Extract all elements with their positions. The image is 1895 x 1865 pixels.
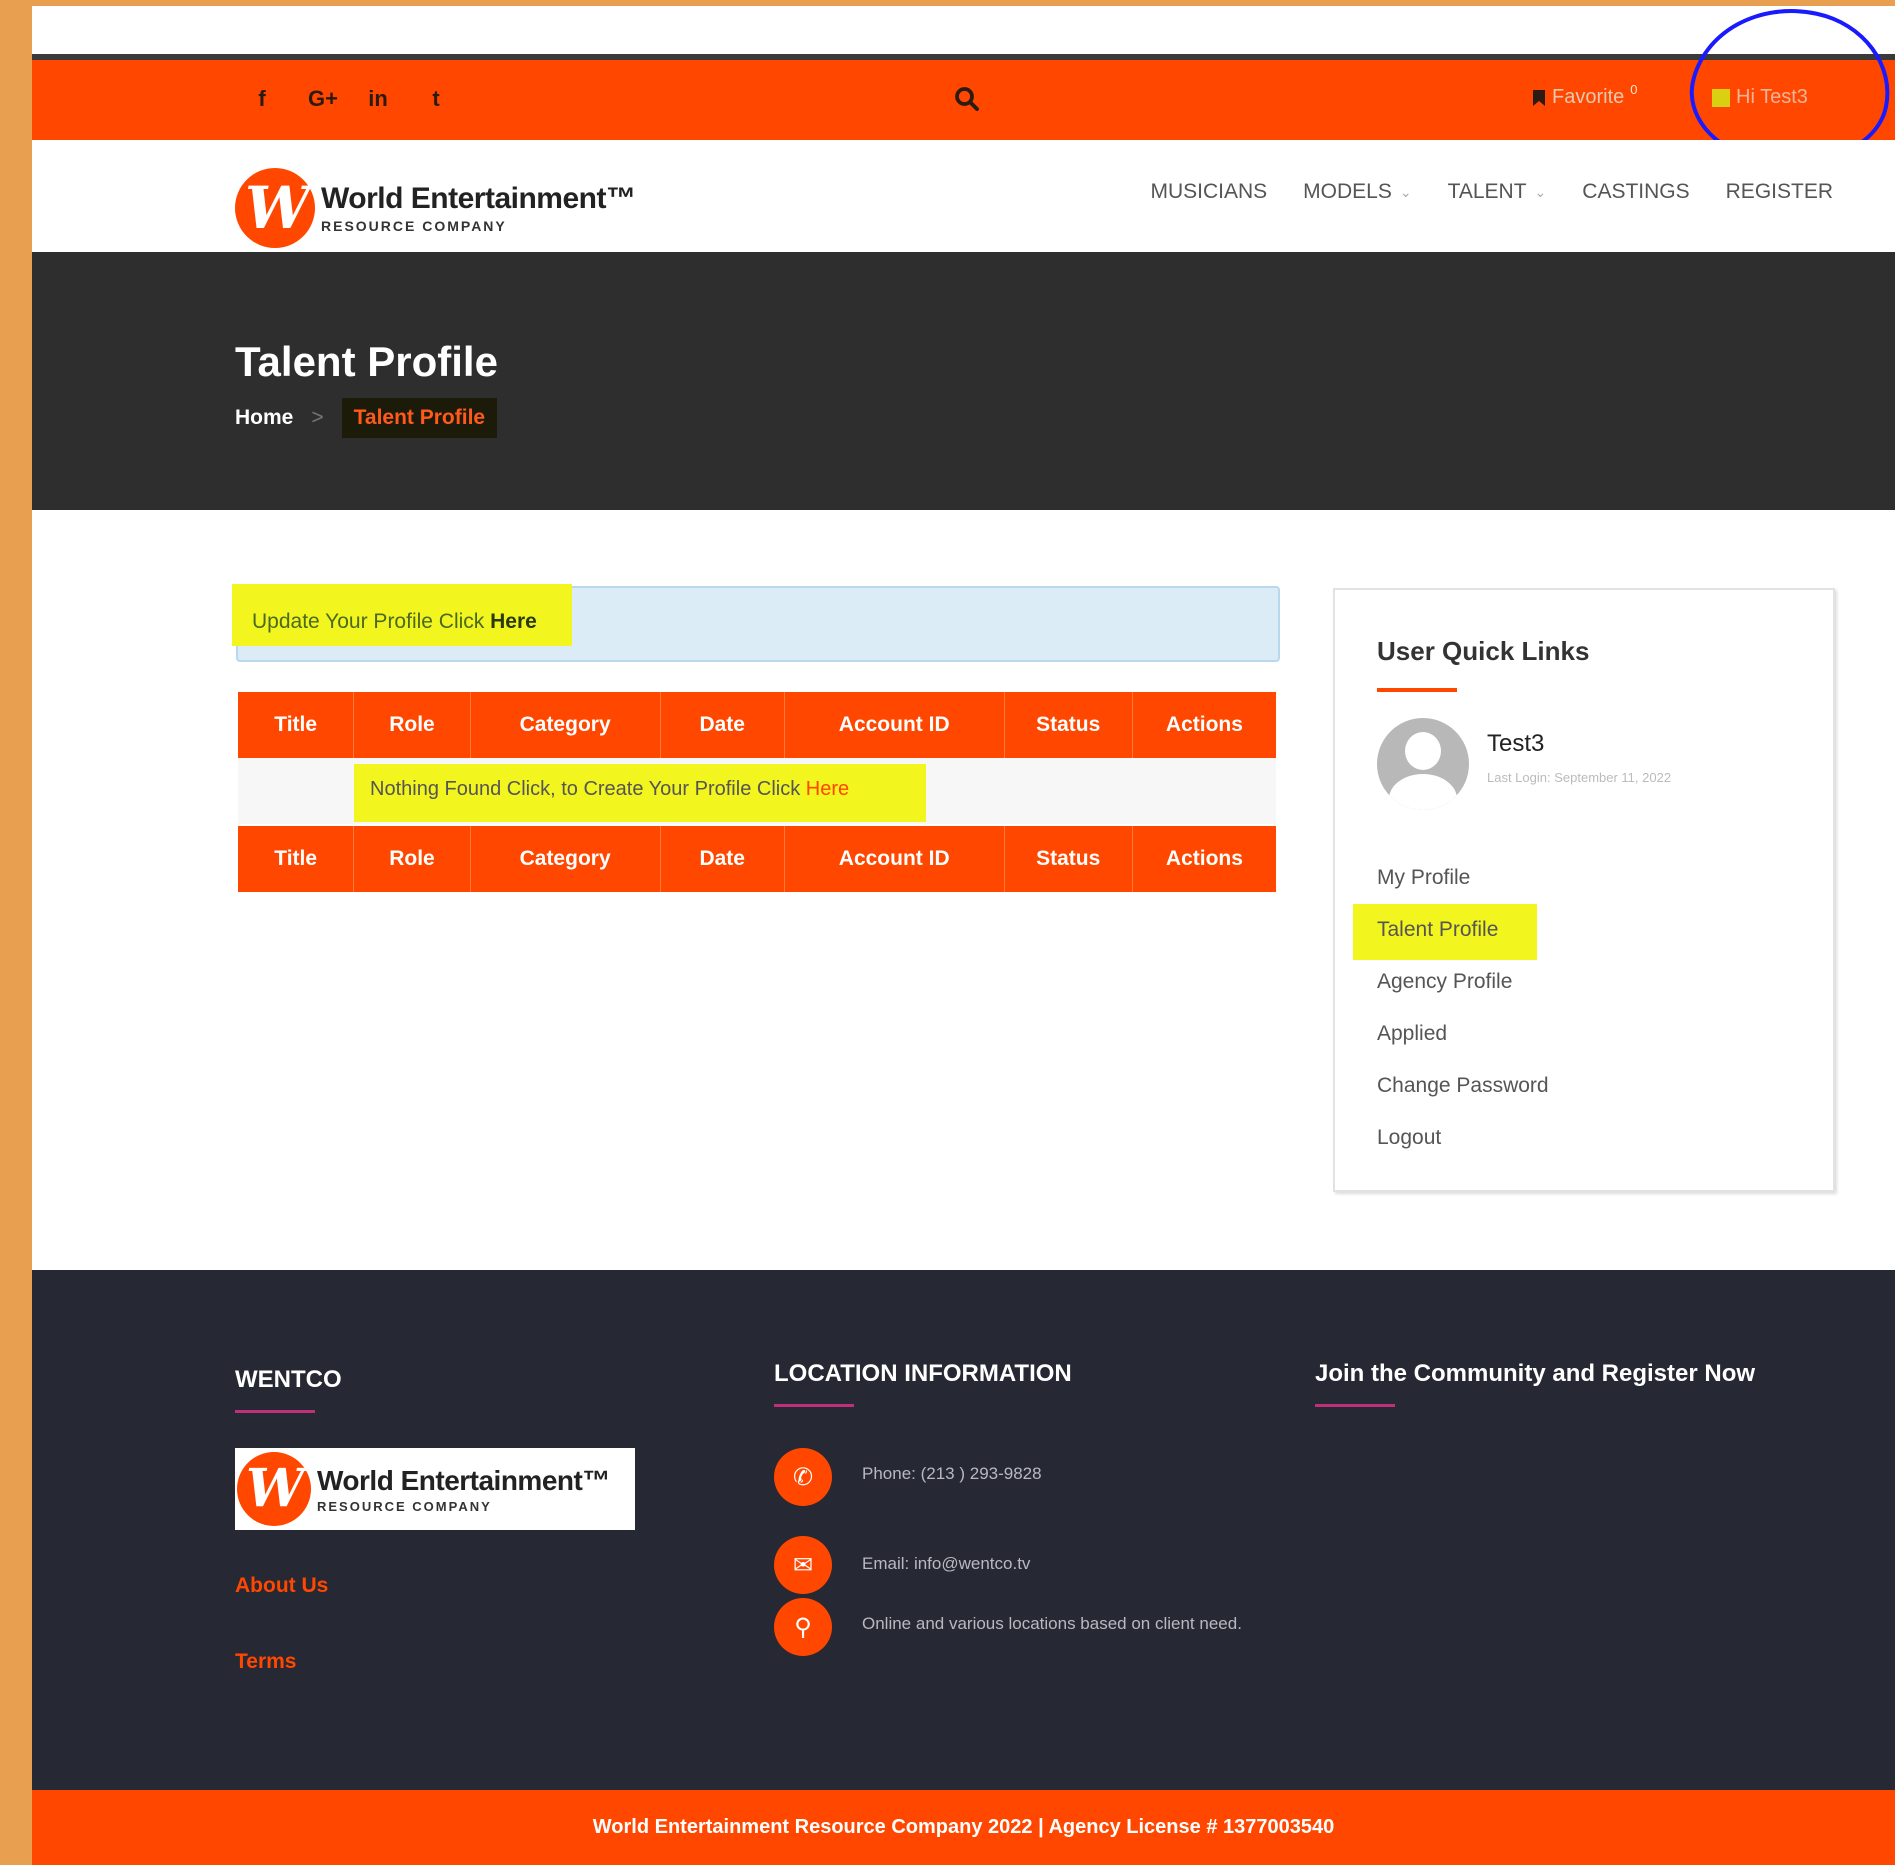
logo-title: World Entertainment™	[321, 182, 636, 215]
google-plus-icon[interactable]: G+	[308, 86, 338, 112]
alert-text: Update Your Profile Click	[252, 610, 491, 633]
col-date: Date	[661, 826, 785, 892]
copyright-bar: World Entertainment Resource Company 202…	[32, 1790, 1895, 1865]
nav-musicians[interactable]: MUSICIANS	[1150, 180, 1267, 204]
footer-underline	[1315, 1404, 1395, 1407]
chevron-down-icon: ⌄	[1399, 183, 1412, 200]
col-role: Role	[354, 692, 471, 758]
sidebar-item-agency-profile[interactable]: Agency Profile	[1377, 956, 1549, 1008]
social-links: f G+ in t	[250, 86, 448, 112]
footer-title-location: LOCATION INFORMATION	[774, 1360, 1072, 1387]
sidebar-item-talent-profile[interactable]: Talent Profile	[1353, 904, 1549, 960]
footer-title-join: Join the Community and Register Now	[1315, 1360, 1756, 1387]
create-profile-link[interactable]: Here	[806, 778, 849, 800]
col-account-id: Account ID	[785, 826, 1005, 892]
table-footer: Title Role Category Date Account ID Stat…	[238, 826, 1276, 892]
col-status: Status	[1005, 692, 1133, 758]
search-icon[interactable]	[952, 84, 982, 114]
nav-castings[interactable]: CASTINGS	[1582, 180, 1689, 204]
footer-logo[interactable]: W World Entertainment™ RESOURCE COMPANY	[235, 1448, 635, 1530]
footer-underline	[235, 1410, 315, 1413]
user-name: Test3	[1487, 730, 1545, 757]
footer-underline	[774, 1404, 854, 1407]
footer-title-wentco: WENTCO	[235, 1366, 342, 1393]
col-date: Date	[661, 692, 785, 758]
col-title: Title	[238, 826, 355, 892]
favorite-link[interactable]: Favorite 0	[1532, 82, 1637, 109]
footer-logo-subtitle: RESOURCE COMPANY	[317, 1498, 492, 1514]
breadcrumb: Home > Talent Profile	[235, 398, 498, 438]
nav-register[interactable]: REGISTER	[1726, 180, 1833, 204]
col-actions: Actions	[1165, 847, 1243, 870]
terms-link[interactable]: Terms	[235, 1650, 296, 1674]
sidebar-links: My Profile Talent Profile Agency Profile…	[1353, 852, 1549, 1164]
footer-email: Email: info@wentco.tv	[862, 1554, 1031, 1573]
col-category: Category	[471, 826, 661, 892]
title-underline	[1377, 688, 1457, 692]
breadcrumb-current: Talent Profile	[341, 398, 498, 438]
site-header: W World Entertainment™ RESOURCE COMPANY …	[32, 140, 1895, 252]
logo-subtitle: RESOURCE COMPANY	[321, 218, 507, 234]
sidebar-title: User Quick Links	[1377, 636, 1590, 666]
site-footer: WENTCO W World Entertainment™ RESOURCE C…	[32, 1270, 1895, 1790]
envelope-icon: ✉	[774, 1536, 832, 1594]
alert-here-link[interactable]: Here	[490, 610, 537, 633]
sidebar-item-applied[interactable]: Applied	[1377, 1008, 1549, 1060]
footer-logo-title: World Entertainment™	[317, 1464, 610, 1496]
sidebar-item-logout[interactable]: Logout	[1377, 1112, 1549, 1164]
twitter-icon[interactable]: t	[424, 86, 448, 112]
site-logo[interactable]: W World Entertainment™ RESOURCE COMPANY	[235, 168, 636, 248]
col-category: Category	[471, 692, 661, 758]
phone-icon: ✆	[774, 1448, 832, 1506]
nav-models[interactable]: MODELS ⌄	[1303, 180, 1411, 204]
logo-mark-icon: W	[235, 168, 315, 248]
nav-talent[interactable]: TALENT ⌄	[1448, 180, 1547, 204]
sidebar-item-my-profile[interactable]: My Profile	[1377, 852, 1549, 904]
empty-text: Nothing Found Click, to Create Your Prof…	[370, 778, 806, 800]
chevron-down-icon: ⌄	[1534, 183, 1547, 200]
bookmark-icon	[1533, 89, 1545, 106]
avatar	[1377, 718, 1469, 810]
breadcrumb-home[interactable]: Home	[235, 406, 293, 430]
table-row: Nothing Found Click, to Create Your Prof…	[238, 758, 1276, 824]
copyright-text: World Entertainment Resource Company 202…	[592, 1816, 1335, 1838]
footer-location: Online and various locations based on cl…	[862, 1614, 1242, 1633]
about-us-link[interactable]: About Us	[235, 1574, 328, 1598]
main-nav: MUSICIANS MODELS ⌄ TALENT ⌄ CASTINGS REGIS…	[1150, 180, 1833, 204]
page-title: Talent Profile	[235, 338, 498, 385]
col-role: Role	[354, 826, 471, 892]
page: f G+ in t Favorite 0 Hi Test3 W World En…	[32, 6, 1895, 1865]
sidebar-item-change-password[interactable]: Change Password	[1377, 1060, 1549, 1112]
logo-mark-icon: W	[237, 1452, 311, 1526]
col-status: Status	[1005, 826, 1133, 892]
favorite-count: 0	[1630, 82, 1638, 97]
last-login: Last Login: September 11, 2022	[1487, 770, 1672, 785]
col-title: Title	[238, 692, 355, 758]
map-pin-icon: ⚲	[774, 1598, 832, 1656]
col-account-id: Account ID	[785, 692, 1005, 758]
facebook-icon[interactable]: f	[250, 86, 274, 112]
update-profile-alert: Update Your Profile Click Here	[232, 584, 1280, 662]
footer-phone: Phone: (213 ) 293-9828	[862, 1464, 1042, 1483]
favorite-label: Favorite	[1552, 86, 1625, 108]
page-banner: Talent Profile Home > Talent Profile	[32, 252, 1895, 510]
table-header: Title Role Category Date Account ID Stat…	[238, 692, 1276, 758]
user-quick-links: User Quick Links Test3 Last Login: Septe…	[1333, 588, 1835, 1192]
linkedin-icon[interactable]: in	[366, 86, 390, 112]
breadcrumb-separator: >	[311, 406, 324, 429]
col-actions: Actions	[1165, 713, 1243, 736]
top-bar: f G+ in t Favorite 0 Hi Test3	[32, 60, 1895, 140]
